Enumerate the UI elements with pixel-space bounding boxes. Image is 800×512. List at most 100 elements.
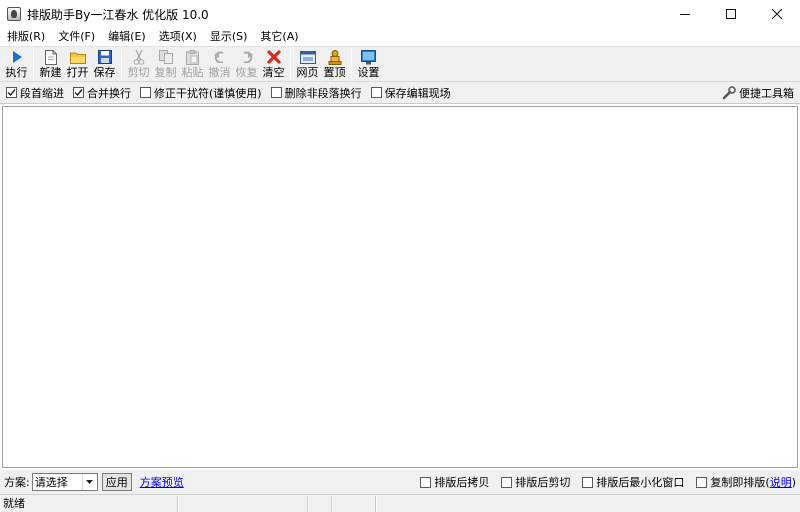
minimize-button[interactable] xyxy=(662,0,708,28)
execute-button[interactable]: 执行 xyxy=(3,47,30,81)
explain-link[interactable]: 说明 xyxy=(770,476,792,489)
copy-then-format-checkbox[interactable]: 复制即排版(说明) xyxy=(696,474,796,490)
status-pane-4 xyxy=(332,495,376,512)
checkbox-box xyxy=(73,87,84,98)
menu-display[interactable]: 显示(S) xyxy=(203,28,254,46)
window-title: 排版助手By一江春水 优化版 10.0 xyxy=(27,7,209,22)
apply-button[interactable]: 应用 xyxy=(101,473,132,491)
checkbox-box xyxy=(6,87,17,98)
minimize-after-label: 排版后最小化窗口 xyxy=(596,476,685,489)
open-button[interactable]: 打开 xyxy=(64,47,91,81)
cut-after-label: 排版后剪切 xyxy=(515,476,571,489)
checkbox-box xyxy=(370,87,382,98)
copy-label: 复制 xyxy=(154,66,177,79)
indent-label: 段首缩进 xyxy=(20,86,64,100)
fix-interference-checkbox[interactable]: 修正干扰符(谨慎使用) xyxy=(140,85,262,101)
settings-button[interactable]: 设置 xyxy=(355,47,382,81)
close-button[interactable] xyxy=(754,0,800,28)
clear-x-icon xyxy=(266,49,282,65)
undo-button[interactable]: 撤消 xyxy=(206,47,233,81)
webpage-icon xyxy=(299,49,316,65)
play-icon xyxy=(9,49,25,65)
webpage-label: 网页 xyxy=(296,66,319,79)
app-icon xyxy=(7,7,21,21)
redo-label: 恢复 xyxy=(235,66,258,79)
scissors-icon xyxy=(131,49,147,65)
toolbox-button[interactable]: 便捷工具箱 xyxy=(722,85,794,101)
text-editor[interactable] xyxy=(2,106,798,468)
window-controls xyxy=(662,0,800,28)
webpage-button[interactable]: 网页 xyxy=(294,47,321,81)
toolbar: 执行 新建 打开 保存 剪切 复制 粘贴 撤消 恢复 清空 网页 置顶 设置 xyxy=(0,46,800,82)
paste-button[interactable]: 粘贴 xyxy=(179,47,206,81)
settings-monitor-icon xyxy=(361,49,377,65)
scheme-bar: 方案: 请选择 应用 方案预览 排版后拷贝 排版后剪切 排版后最小化窗口 复制即… xyxy=(0,470,800,494)
wrench-icon xyxy=(722,86,736,100)
delete-non-paragraph-checkbox[interactable]: 删除非段落换行 xyxy=(270,85,362,101)
paste-label: 粘贴 xyxy=(181,66,204,79)
copy-then-format-label: 复制即排版(说明) xyxy=(710,474,796,490)
save-icon xyxy=(97,49,113,65)
options-bar: 段首缩进 合并换行 修正干扰符(谨慎使用) 删除非段落换行 保存编辑现场 便捷工… xyxy=(0,82,800,104)
menu-edit[interactable]: 编辑(E) xyxy=(101,28,152,46)
scheme-label: 方案: xyxy=(4,476,30,489)
open-folder-icon xyxy=(69,49,86,65)
minimize-icon xyxy=(680,14,690,15)
pin-top-button[interactable]: 置顶 xyxy=(321,47,348,81)
checkmark-icon xyxy=(7,89,16,97)
merge-lines-checkbox[interactable]: 合并换行 xyxy=(73,85,131,101)
execute-label: 执行 xyxy=(5,66,28,79)
scheme-select-value: 请选择 xyxy=(34,476,68,489)
menu-options[interactable]: 选项(X) xyxy=(152,28,203,46)
checkbox-box xyxy=(420,476,432,488)
toolbar-separator xyxy=(121,49,122,79)
status-text: 就绪 xyxy=(0,495,178,512)
undo-icon xyxy=(212,49,228,65)
toolbar-separator xyxy=(33,49,34,79)
new-label: 新建 xyxy=(39,66,62,79)
title-bar: 排版助手By一江春水 优化版 10.0 xyxy=(0,0,800,28)
settings-label: 设置 xyxy=(357,66,380,79)
pin-top-icon xyxy=(327,49,343,65)
redo-button[interactable]: 恢复 xyxy=(233,47,260,81)
indent-checkbox[interactable]: 段首缩进 xyxy=(6,85,64,101)
keep-edit-state-label: 保存编辑现场 xyxy=(384,86,451,100)
save-label: 保存 xyxy=(93,66,116,79)
maximize-button[interactable] xyxy=(708,0,754,28)
undo-label: 撤消 xyxy=(208,66,231,79)
menu-other[interactable]: 其它(A) xyxy=(253,28,304,46)
status-pane-2 xyxy=(178,495,308,512)
cut-after-checkbox[interactable]: 排版后剪切 xyxy=(501,474,570,490)
checkmark-icon xyxy=(74,89,83,97)
chevron-down-icon xyxy=(81,474,97,490)
checkbox-box xyxy=(582,476,594,488)
new-button[interactable]: 新建 xyxy=(37,47,64,81)
save-button[interactable]: 保存 xyxy=(91,47,118,81)
delete-non-paragraph-label: 删除非段落换行 xyxy=(284,86,362,100)
status-pane-3 xyxy=(308,495,332,512)
clear-button[interactable]: 清空 xyxy=(260,47,287,81)
menu-bar: 排版(R) 文件(F) 编辑(E) 选项(X) 显示(S) 其它(A) xyxy=(0,28,800,46)
copy-button[interactable]: 复制 xyxy=(152,47,179,81)
toolbar-separator xyxy=(290,49,291,79)
minimize-after-checkbox[interactable]: 排版后最小化窗口 xyxy=(582,474,684,490)
cut-label: 剪切 xyxy=(127,66,150,79)
checkbox-box xyxy=(696,476,708,488)
menu-format[interactable]: 排版(R) xyxy=(0,28,51,46)
scheme-preview-link[interactable]: 方案预览 xyxy=(140,474,184,490)
cut-button[interactable]: 剪切 xyxy=(125,47,152,81)
pin-top-label: 置顶 xyxy=(323,66,346,79)
paste-icon xyxy=(185,49,201,65)
maximize-icon xyxy=(726,9,736,19)
scheme-select[interactable]: 请选择 xyxy=(31,473,98,491)
menu-file[interactable]: 文件(F) xyxy=(51,28,101,46)
toolbox-label: 便捷工具箱 xyxy=(739,87,794,100)
post-format-options: 排版后拷贝 排版后剪切 排版后最小化窗口 复制即排版(说明) xyxy=(408,474,796,490)
status-pane-5 xyxy=(376,495,800,512)
close-icon xyxy=(772,9,782,19)
copy-after-checkbox[interactable]: 排版后拷贝 xyxy=(420,474,489,490)
merge-lines-label: 合并换行 xyxy=(87,86,131,100)
copy-then-format-prefix: 复制即排版( xyxy=(710,476,770,489)
keep-edit-state-checkbox[interactable]: 保存编辑现场 xyxy=(370,85,451,101)
status-bar: 就绪 xyxy=(0,494,800,512)
